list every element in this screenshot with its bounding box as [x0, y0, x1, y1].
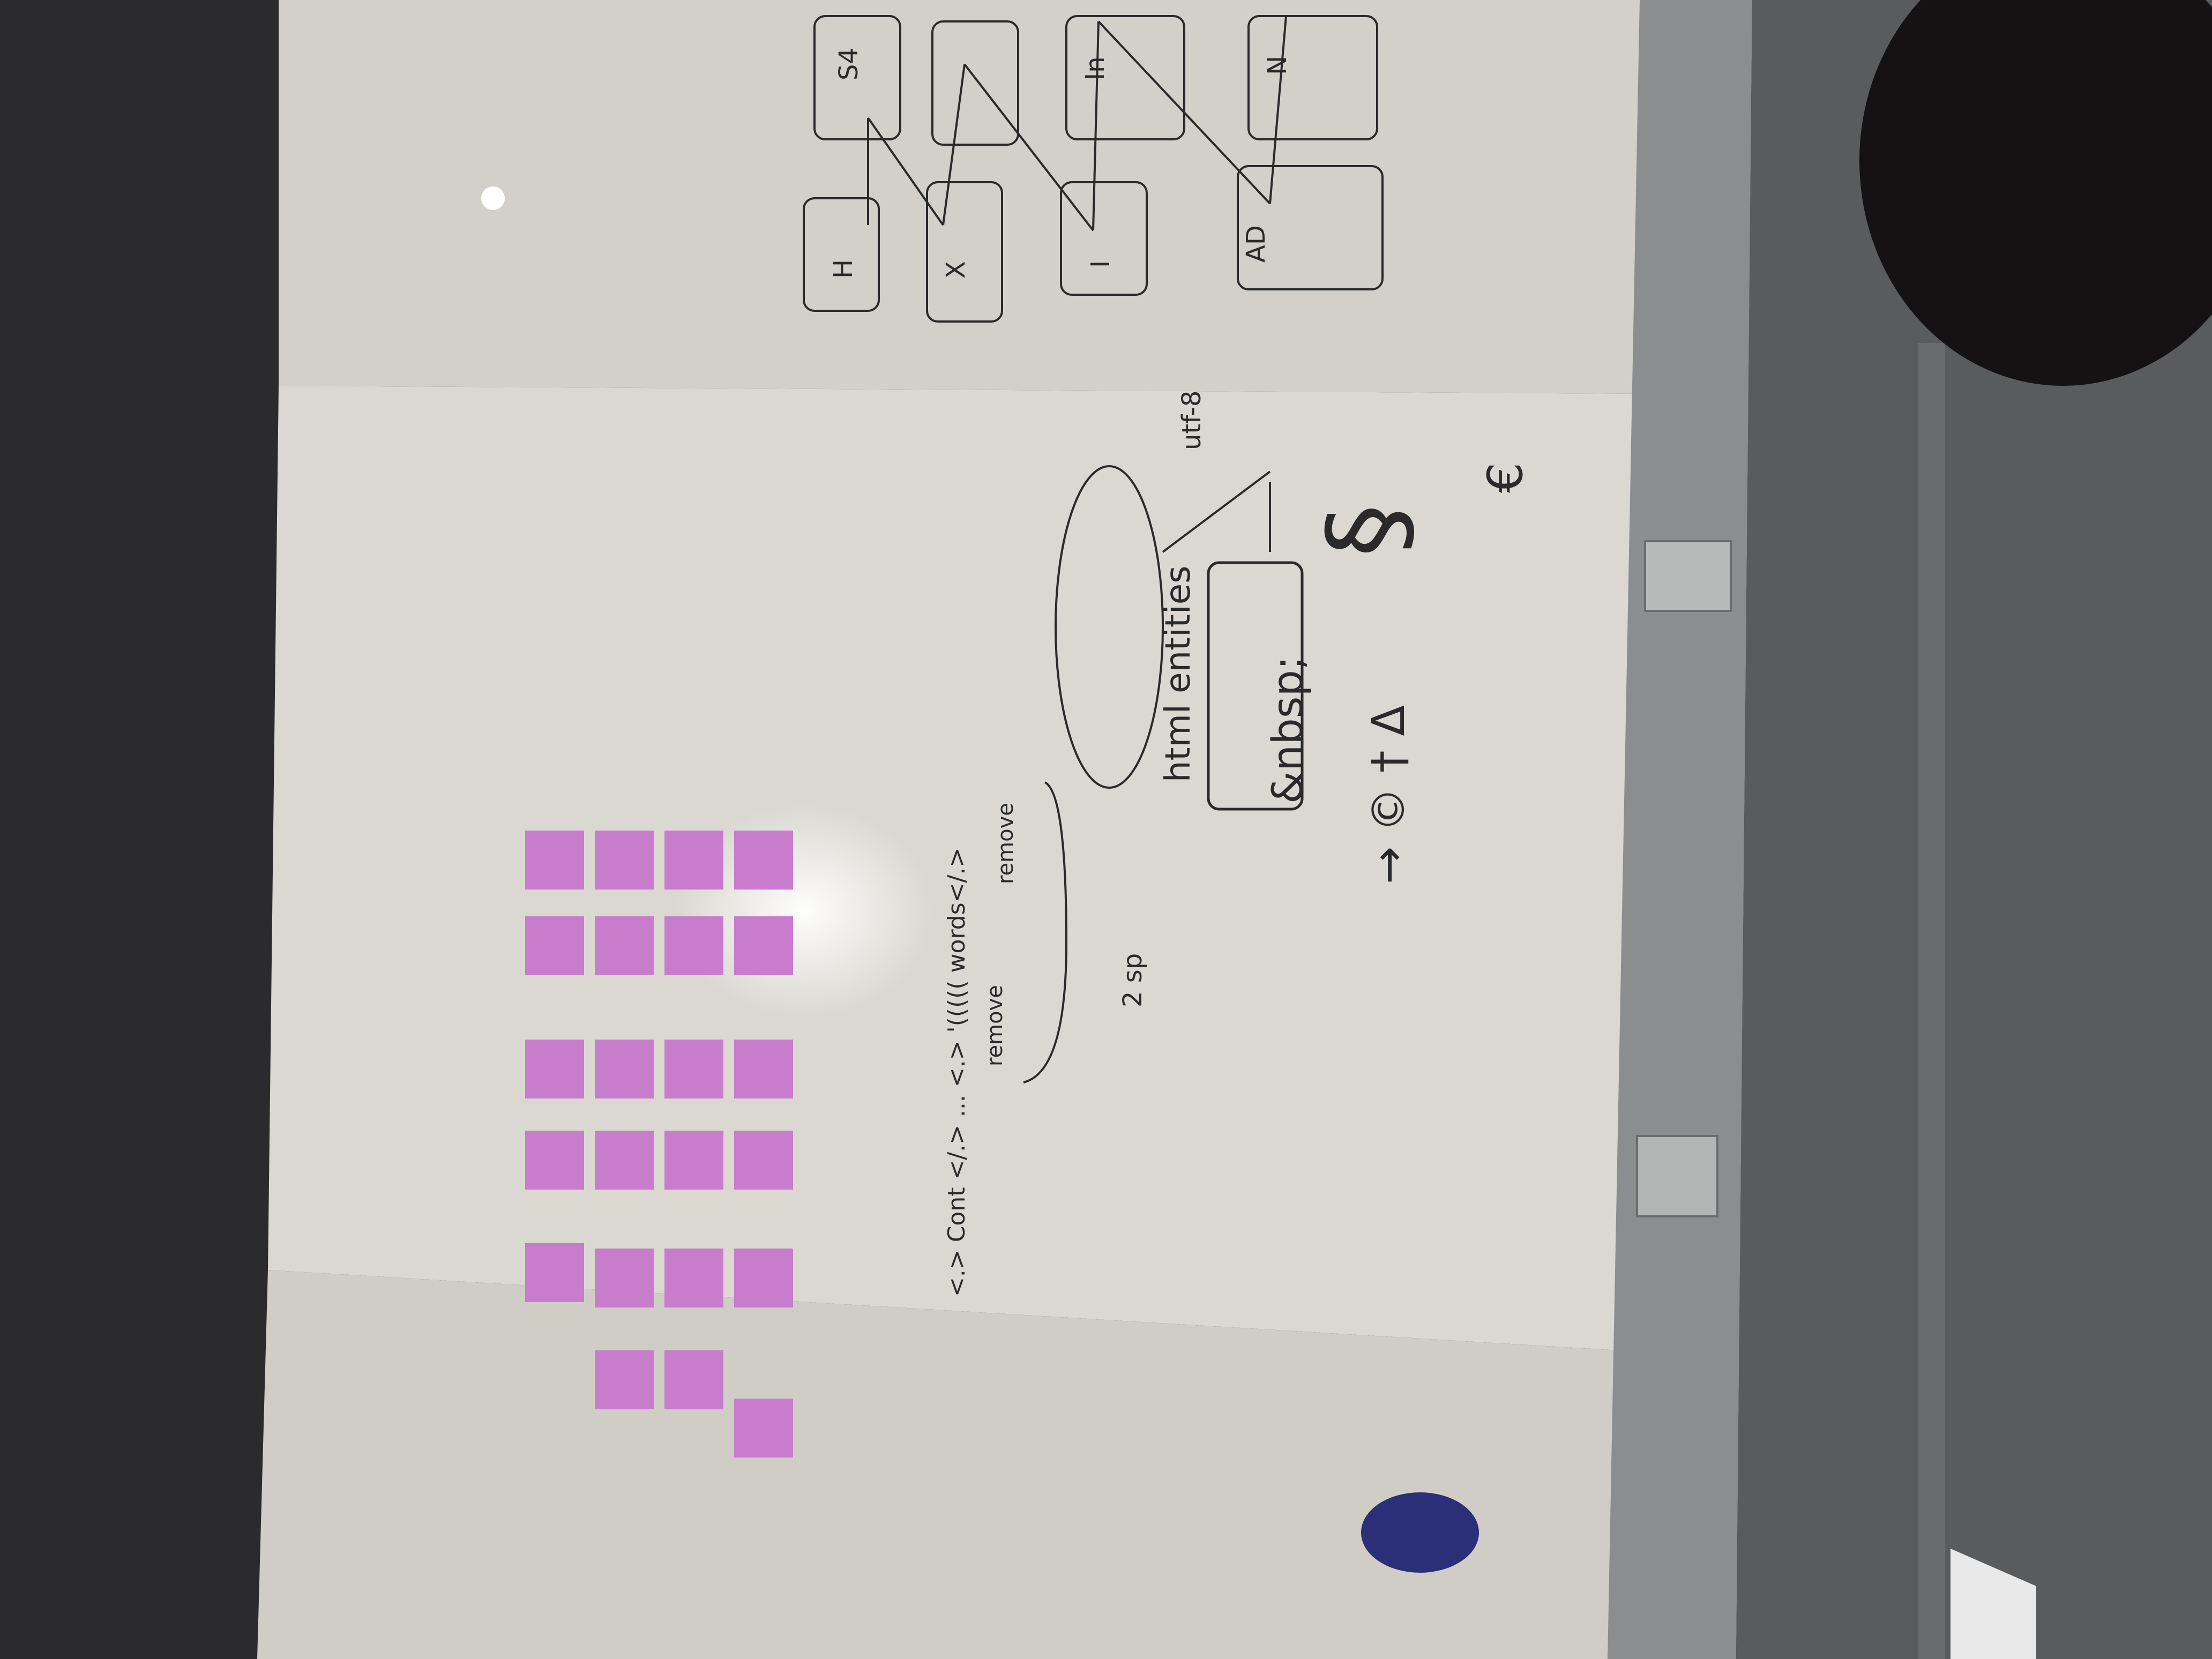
- left-wall: [0, 0, 279, 1659]
- sticky-note: [595, 916, 654, 975]
- sticky-note: [525, 1131, 584, 1190]
- sticky-note: [734, 1399, 793, 1458]
- remove-2: remove: [993, 803, 1018, 884]
- diagram-label: AD: [1241, 225, 1271, 263]
- nbsp-entity: &nbsp;: [1264, 656, 1312, 804]
- sticky-note: [664, 916, 723, 975]
- euro-like: €: [1477, 462, 1534, 493]
- sticky-note: [525, 916, 584, 975]
- diagram-label: I: [1086, 260, 1116, 268]
- diagram-label: In: [1080, 56, 1110, 80]
- sticky-note: [525, 1040, 584, 1098]
- sticky-note: [734, 1249, 793, 1307]
- utf8: utf-8: [1177, 391, 1207, 450]
- sticky-note: [734, 916, 793, 975]
- sticky-note: [595, 1350, 654, 1409]
- cont-line: <.> Cont </.> ... <.> '((((( words</.>: [943, 848, 970, 1297]
- sticky-note: [664, 1249, 723, 1307]
- sticky-note: [525, 1243, 584, 1302]
- diagram-label: S4: [834, 48, 864, 80]
- html-entities: html entities: [1159, 565, 1198, 782]
- sticky-note: [595, 1131, 654, 1190]
- sticky-note: [734, 1040, 793, 1098]
- sticky-note: [734, 1131, 793, 1190]
- power-socket-1: [1644, 540, 1732, 612]
- two-sp: 2 sp: [1118, 953, 1148, 1007]
- symbols: → © † Δ: [1362, 705, 1415, 884]
- handwriting: <.> Cont </.> ... <.> '((((( words</.>: [943, 848, 970, 1297]
- whiteboard-eraser: [1361, 1492, 1479, 1573]
- sticky-note: [664, 1040, 723, 1098]
- remove-1: remove: [983, 985, 1007, 1066]
- sticky-note: [664, 1131, 723, 1190]
- sticky-note: [595, 1040, 654, 1098]
- sticky-note: [664, 831, 723, 890]
- sticky-note: [664, 1350, 723, 1409]
- power-socket-2: [1636, 1135, 1718, 1217]
- sticky-note: [734, 831, 793, 890]
- sticky-note: [595, 831, 654, 890]
- diagram-label: X: [941, 261, 971, 279]
- diagram-label: H: [828, 259, 858, 279]
- sticky-note: [595, 1249, 654, 1307]
- photo-scene: <.> Cont </.> ... <.> '((((( words</.> r…: [0, 0, 2212, 1659]
- ceiling-light-reflection: [481, 186, 505, 210]
- sticky-note: [525, 831, 584, 890]
- diagram-label: N: [1262, 56, 1292, 75]
- section-sign: §: [1305, 504, 1430, 557]
- wall-corner: [1918, 343, 1945, 1659]
